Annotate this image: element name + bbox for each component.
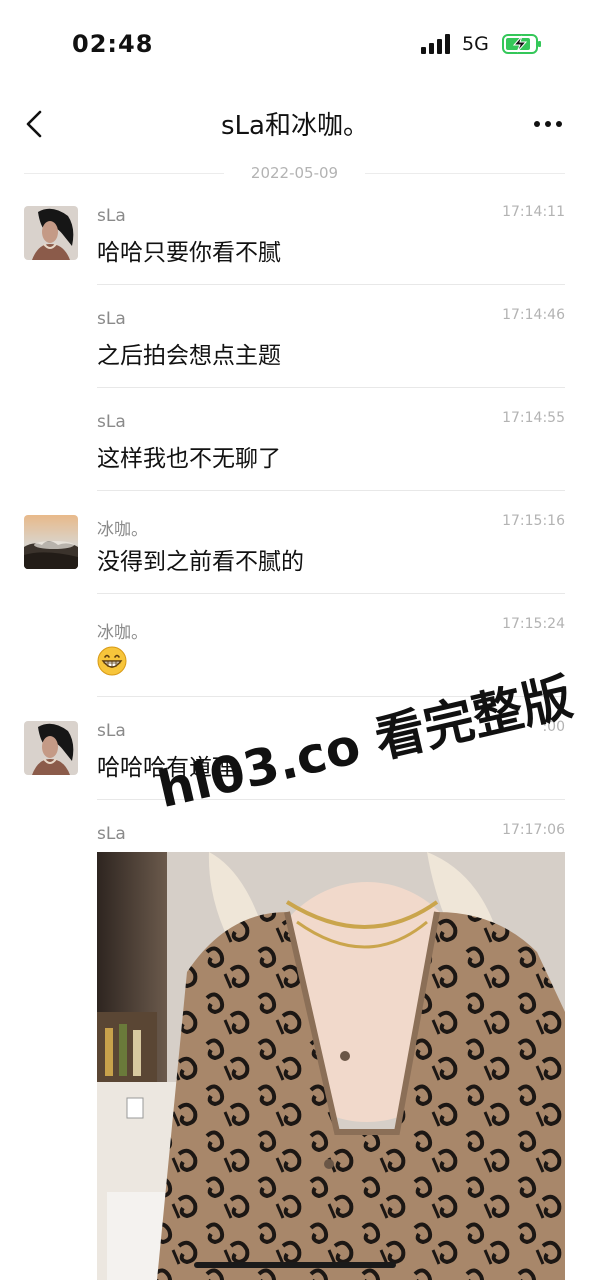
sender-name: sLa — [97, 824, 126, 844]
chat-title: sLa和冰咖。 — [221, 111, 369, 141]
message-time: 17:17:06 — [502, 822, 565, 838]
sender-name: sLa — [97, 206, 126, 226]
signal-icon — [421, 34, 450, 54]
message-time: 17:14:11 — [502, 204, 565, 220]
more-options-icon[interactable] — [530, 108, 566, 140]
date-label: 2022-05-09 — [250, 164, 339, 182]
grinning-face-icon — [97, 646, 127, 676]
message-divider — [97, 490, 565, 491]
sender-name: sLa — [97, 721, 126, 741]
sender-name: 冰咖。 — [97, 623, 148, 643]
message-time: 17:15:16 — [502, 513, 565, 529]
status-time: 02:48 — [72, 30, 154, 58]
sender-name: sLa — [97, 309, 126, 329]
status-bar: 02:48 5G — [0, 0, 590, 90]
message-divider — [97, 284, 565, 285]
message-text: 哈哈只要你看不腻 — [97, 240, 281, 266]
sender-name: sLa — [97, 412, 126, 432]
message-divider — [97, 593, 565, 594]
date-separator: 2022-05-09 — [24, 162, 565, 184]
message-item[interactable]: sLa 17:14:46 之后拍会想点主题 — [0, 299, 590, 389]
avatar-sla[interactable] — [24, 206, 78, 260]
message-item[interactable]: sLa 17:14:11 哈哈只要你看不腻 — [0, 196, 590, 286]
message-text: 没得到之前看不腻的 — [97, 549, 304, 575]
home-indicator[interactable] — [194, 1262, 396, 1268]
battery-charging-icon — [502, 34, 541, 54]
message-item[interactable]: sLa 17:17:06 — [0, 814, 590, 854]
message-time: 17:14:46 — [502, 307, 565, 323]
message-item[interactable]: 冰咖。 17:15:16 没得到之前看不腻的 — [0, 505, 590, 595]
message-text: 这样我也不无聊了 — [97, 446, 281, 472]
sender-name: 冰咖。 — [97, 520, 148, 540]
avatar-sla[interactable] — [24, 721, 78, 775]
message-item[interactable]: sLa 17:14:55 这样我也不无聊了 — [0, 402, 590, 492]
nav-bar: sLa和冰咖。 — [0, 96, 590, 152]
message-text: 之后拍会想点主题 — [97, 343, 281, 369]
network-label: 5G — [462, 33, 489, 55]
message-time: 17:15:24 — [502, 616, 565, 632]
message-divider — [97, 387, 565, 388]
message-photo[interactable] — [97, 852, 565, 1280]
message-time: 17:14:55 — [502, 410, 565, 426]
avatar-bingka[interactable] — [24, 515, 78, 569]
